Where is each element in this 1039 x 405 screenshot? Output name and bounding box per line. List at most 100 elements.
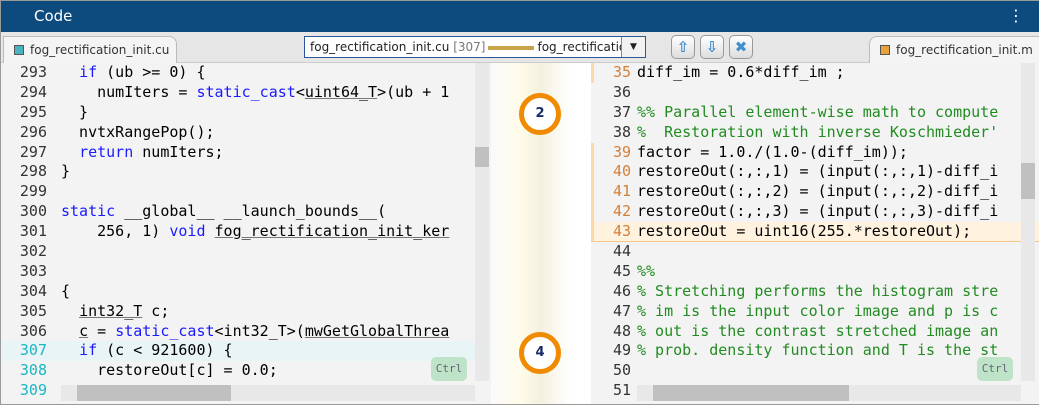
code-line[interactable]: 40 restoreOut(:,:,1) = (input(:,:,1)-diff…: [591, 162, 1039, 182]
code-token: }: [61, 162, 71, 181]
scroll-thumb[interactable]: [653, 385, 849, 401]
code-line[interactable]: 300 static __global__ __launch_bounds__(: [1, 202, 491, 222]
line-number: 51: [612, 381, 631, 400]
code-line[interactable]: 301 256, 1) void fog_rectification_init_…: [1, 222, 491, 242]
code-line[interactable]: 305 int32_T c;: [1, 302, 491, 322]
code-line[interactable]: 308 restoreOut[c] = 0.0;: [1, 361, 491, 381]
code-token: if: [79, 63, 98, 81]
line-number: 50: [612, 361, 631, 380]
code-token: diff_im = 0.6*diff_im ;: [637, 63, 845, 81]
line-number: 294: [19, 82, 47, 101]
scroll-thumb[interactable]: [1021, 163, 1035, 199]
tab-left-file[interactable]: fog_rectification_init.cu: [3, 36, 177, 64]
line-number: 45: [612, 261, 631, 280]
code-line[interactable]: 35 diff_im = 0.6*diff_im ;: [591, 63, 1039, 83]
code-token: >(ub + 1: [377, 82, 450, 101]
code-token: restoreOut[c] = 0.0;: [61, 361, 278, 380]
code-line[interactable]: 306 c = static_cast<int32_T>(mwGetGlobal…: [1, 322, 491, 342]
code-token: c: [79, 321, 89, 340]
code-token: }: [61, 102, 89, 121]
vertical-ellipsis-menu-icon[interactable]: ⋮: [1008, 1, 1024, 31]
code-line[interactable]: 50: [591, 361, 1039, 381]
code-line[interactable]: 46 % Stretching performs the histogram st…: [591, 282, 1039, 302]
code-token: % Restoration with inverse Koschmieder': [637, 122, 999, 141]
left-horizontal-scrollbar[interactable]: [61, 385, 475, 401]
line-number: 305: [19, 301, 47, 320]
code-line[interactable]: 293 if (ub >= 0) {: [1, 63, 491, 83]
right-vertical-scrollbar[interactable]: [1021, 63, 1035, 381]
code-token: static: [61, 202, 116, 221]
line-number: 301: [19, 222, 47, 241]
code-line[interactable]: 298}: [1, 162, 491, 182]
trace-pin-4[interactable]: 4: [519, 332, 561, 374]
right-code-editor[interactable]: 35 diff_im = 0.6*diff_im ; 36 37 %% Parallel…: [591, 63, 1039, 404]
code-line[interactable]: 302: [1, 242, 491, 262]
code-token: uint64_T: [304, 82, 378, 101]
code-line[interactable]: 43 restoreOut = uint16(255.*restoreOut);: [591, 222, 1039, 243]
dropdown-chevron-icon[interactable]: ▼: [621, 37, 645, 57]
line-number: 304: [19, 281, 47, 300]
code-token: (ub >= 0) {: [97, 63, 206, 81]
code-token: restoreOut(:,:,3) = (input(:,:,3)-diff_i: [637, 202, 999, 221]
code-token: %%: [637, 261, 656, 280]
code-line[interactable]: 299: [1, 182, 491, 202]
line-number: 46: [612, 281, 631, 300]
code-token: factor = 1.0./(1.0-(diff_im));: [637, 142, 908, 161]
code-line[interactable]: 297 return numIters;: [1, 143, 491, 163]
code-line[interactable]: 45%%: [591, 262, 1039, 282]
c-file-icon: [14, 45, 24, 55]
code-token: int32_T: [79, 301, 143, 320]
code-token: <: [295, 82, 305, 101]
line-number: 36: [612, 82, 631, 101]
code-line[interactable]: 41 restoreOut(:,:,2) = (input(:,:,2)-diff…: [591, 182, 1039, 202]
line-number: 295: [19, 102, 47, 121]
line-number: 307: [19, 341, 47, 360]
code-token: mwGetGlobalThrea: [304, 321, 450, 340]
previous-trace-button[interactable]: ⇧: [671, 35, 695, 59]
line-number: 302: [19, 242, 47, 261]
code-token: c;: [142, 301, 170, 320]
code-line[interactable]: 295 }: [1, 103, 491, 123]
left-code-editor[interactable]: 293 if (ub >= 0) {294 numIters = static_…: [1, 63, 491, 404]
tab-right-file[interactable]: fog_rectification_init.m: [869, 36, 1039, 64]
clear-trace-button[interactable]: ✖: [729, 35, 753, 59]
code-line[interactable]: 307 if (c < 921600) {: [1, 341, 491, 362]
line-number: 47: [612, 301, 631, 320]
code-line[interactable]: 303: [1, 262, 491, 282]
line-number: 303: [19, 261, 47, 280]
code-line[interactable]: 48 % out is the contrast stretched image …: [591, 322, 1039, 342]
code-token: 256, 1): [61, 222, 170, 241]
code-token: numIters =: [61, 82, 197, 101]
code-line[interactable]: 38 % Restoration with inverse Koschmieder…: [591, 123, 1039, 143]
code-line[interactable]: 39 factor = 1.0./(1.0-(diff_im));: [591, 143, 1039, 163]
code-line[interactable]: 49 % prob. density function and T is the …: [591, 341, 1039, 361]
code-line[interactable]: 36: [591, 83, 1039, 103]
line-number: 299: [19, 182, 47, 201]
line-number: 40: [612, 162, 631, 181]
code-line[interactable]: 294 numIters = static_cast<uint64_T>(ub …: [1, 83, 491, 103]
code-token: static_cast: [196, 82, 296, 101]
left-vertical-scrollbar[interactable]: [475, 63, 489, 381]
line-number: 37: [612, 102, 631, 121]
code-token: static_cast: [115, 321, 215, 340]
code-token: % prob. density function and T is the st: [637, 341, 999, 360]
code-token: restoreOut(:,:,2) = (input(:,:,2)-diff_i: [637, 182, 999, 201]
right-horizontal-scrollbar[interactable]: [637, 385, 1021, 401]
line-number: 38: [612, 122, 631, 141]
code-line[interactable]: 37 %% Parallel element-wise math to compu…: [591, 103, 1039, 123]
code-line[interactable]: 47 % im is the input color image and p is…: [591, 302, 1039, 322]
line-number: 309: [19, 381, 47, 400]
code-line[interactable]: 44: [591, 242, 1039, 262]
trace-dropdown[interactable]: fog_rectification_init.cu [307] fog_recti…: [304, 36, 646, 58]
line-number: 49: [612, 341, 631, 360]
code-token: {: [61, 281, 71, 300]
trace-pin-2[interactable]: 2: [519, 93, 561, 135]
scroll-thumb[interactable]: [77, 385, 231, 401]
line-number: 293: [19, 63, 47, 81]
scroll-thumb[interactable]: [475, 147, 489, 167]
code-line[interactable]: 296 nvtxRangePop();: [1, 123, 491, 143]
next-trace-button[interactable]: ⇩: [700, 35, 724, 59]
code-line[interactable]: 42 restoreOut(:,:,3) = (input(:,:,3)-diff…: [591, 202, 1039, 222]
code-line[interactable]: 304 {: [1, 282, 491, 302]
